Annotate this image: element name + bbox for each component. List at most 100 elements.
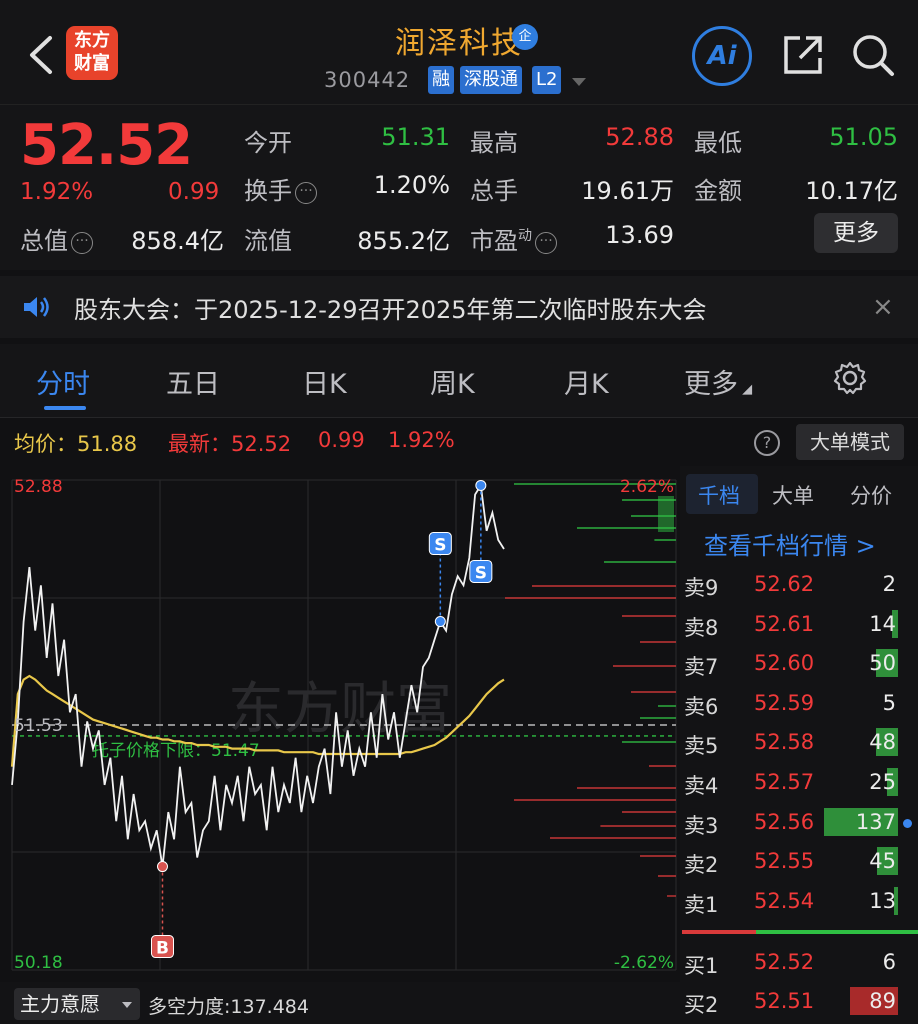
current-price: 52.52 — [20, 113, 193, 178]
header: 东方 财富 润泽科技 企 300442 融 深股通 L2 Ai — [0, 0, 918, 104]
back-arrow-icon[interactable] — [22, 30, 62, 80]
amount-value: 10.17亿 — [805, 177, 898, 205]
ask-row[interactable]: 卖2 52.55 45 — [680, 843, 918, 882]
level-price: 52.57 — [754, 770, 815, 794]
tab-price-distribution[interactable]: 分价 — [850, 480, 892, 510]
level-label: 卖1 — [684, 892, 719, 917]
change-amount: 0.99 — [168, 179, 220, 205]
gear-icon[interactable] — [832, 360, 868, 396]
level-label: 卖5 — [684, 734, 719, 759]
close-icon[interactable]: × — [872, 292, 894, 322]
level-price: 52.52 — [754, 950, 815, 974]
more-info-icon[interactable]: ··· — [295, 182, 317, 204]
bid-row[interactable]: 买1 52.52 6 — [680, 944, 918, 983]
level-volume: 137 — [855, 809, 896, 834]
level-volume: 14 — [869, 611, 896, 636]
ask-row[interactable]: 卖6 52.59 5 — [680, 685, 918, 724]
level-price: 52.55 — [754, 849, 815, 874]
depth-block — [658, 496, 674, 532]
pe-value: 13.69 — [605, 221, 674, 249]
level-label: 买2 — [684, 993, 719, 1017]
eastmoney-logo: 东方 财富 — [66, 26, 118, 80]
highlight-dot — [903, 818, 912, 828]
ask-row[interactable]: 卖9 52.62 2 — [680, 566, 918, 605]
avg-price-value: 51.88 — [77, 432, 138, 456]
high-value: 52.88 — [605, 123, 674, 151]
volume-value: 19.61万 — [581, 177, 674, 205]
more-info-icon[interactable]: ··· — [71, 232, 93, 254]
latest-pct-value: 1.92% — [388, 428, 455, 452]
float-cap-label: 流值 — [244, 227, 292, 255]
level-label: 卖8 — [684, 615, 719, 640]
more-info-icon[interactable]: ··· — [535, 232, 557, 254]
tab-monthly-k[interactable]: 月K — [564, 362, 609, 401]
tab-more[interactable]: 更多 ◢ — [684, 362, 752, 401]
connect-tag[interactable]: 深股通 — [460, 66, 522, 94]
chevron-down-icon[interactable] — [122, 1002, 132, 1008]
ask-row[interactable]: 卖8 52.61 14 — [680, 606, 918, 645]
marker-dot — [434, 616, 446, 628]
tab-daily-k[interactable]: 日K — [302, 362, 347, 401]
total-cap-value: 858.4亿 — [131, 227, 224, 255]
tab-thousand-levels[interactable]: 千档 — [698, 480, 740, 510]
avg-price-label: 均价：51.88 — [14, 432, 138, 456]
more-button[interactable]: 更多 — [814, 213, 898, 253]
level-label: 卖7 — [684, 655, 719, 680]
order-book: 千档 大单 分价 查看千档行情 > 卖9 52.62 2 卖8 52.61 14 卖7 52.… — [680, 466, 918, 1024]
level-volume: 89 — [869, 989, 896, 1013]
chevron-down-icon[interactable] — [572, 78, 586, 86]
level2-tag[interactable]: L2 — [532, 66, 562, 94]
ask-row[interactable]: 卖4 52.57 25 — [680, 764, 918, 803]
depth-bars — [505, 483, 676, 897]
logo-text-line2: 财富 — [74, 53, 110, 74]
level-price: 52.54 — [754, 888, 815, 913]
level-price: 52.62 — [754, 572, 815, 596]
book-divider-red — [682, 930, 756, 934]
tab-intraday[interactable]: 分时 — [36, 362, 90, 401]
turnover-label: 换手 ··· — [244, 171, 317, 206]
stock-code: 300442 — [324, 68, 411, 92]
notice-text: 股东大会：于2025-12-29召开2025年第二次临时股东大会 — [74, 296, 707, 324]
turnover-value: 1.20% — [373, 171, 450, 199]
ai-button[interactable]: Ai — [692, 26, 752, 86]
level-label: 卖4 — [684, 774, 719, 798]
marker-label: S — [434, 536, 446, 556]
latest-price-value: 52.52 — [231, 432, 292, 456]
share-icon[interactable] — [780, 32, 826, 78]
bid-row[interactable]: 买2 52.51 89 — [680, 983, 918, 1022]
notice-bar[interactable]: 股东大会：于2025-12-29召开2025年第二次临时股东大会 × — [0, 276, 918, 338]
level-volume: 6 — [882, 950, 896, 974]
long-short-strength: 多空力度:137.484 — [148, 996, 309, 1018]
level-volume: 50 — [869, 651, 896, 676]
latest-change-value: 0.99 — [318, 428, 365, 452]
quote-panel: 52.52 1.92% 0.99 今开 51.31 最高 52.88 最低 51… — [0, 104, 918, 270]
pct-max-label: 2.62% — [620, 477, 674, 497]
tab-big-orders[interactable]: 大单 — [772, 480, 814, 510]
stock-name[interactable]: 润泽科技 — [300, 18, 618, 62]
open-label: 今开 — [244, 129, 292, 157]
ask-row[interactable]: 卖7 52.60 50 — [680, 645, 918, 684]
level-price: 52.60 — [754, 651, 815, 676]
intraday-chart[interactable]: 东方财富 托子价格下限：51.47 BSS 52.88 50.18 2.62% -2.… — [0, 466, 680, 982]
view-thousand-levels-link[interactable]: 查看千档行情 > — [704, 526, 876, 561]
float-cap-value: 855.2亿 — [357, 227, 450, 255]
tab-five-day[interactable]: 五日 — [166, 362, 220, 401]
pe-label: 市盈动 ··· — [470, 221, 557, 256]
ask-row[interactable]: 卖3 52.56 137 — [680, 804, 918, 843]
low-value: 51.05 — [829, 123, 898, 151]
intraday-chart-svg: 东方财富 托子价格下限：51.47 BSS 52.8850.182.62%-2.… — [10, 477, 677, 973]
ask-row[interactable]: 卖1 52.54 13 — [680, 883, 918, 922]
help-icon[interactable]: ? — [754, 430, 780, 456]
level-volume: 2 — [882, 572, 896, 596]
latest-price-summary: 最新：52.52 — [168, 432, 292, 456]
margin-tag[interactable]: 融 — [428, 66, 454, 94]
amount-label: 金额 — [694, 177, 742, 205]
ask-row[interactable]: 卖5 52.58 48 — [680, 724, 918, 763]
search-icon[interactable] — [848, 30, 898, 80]
big-order-mode-button[interactable]: 大单模式 — [796, 424, 904, 460]
level-volume: 13 — [869, 888, 896, 913]
level-label: 卖3 — [684, 813, 719, 838]
period-tabs: 分时 五日 日K 周K 月K 更多 ◢ — [0, 344, 918, 418]
tab-weekly-k[interactable]: 周K — [430, 362, 475, 401]
level-label: 卖6 — [684, 694, 719, 719]
